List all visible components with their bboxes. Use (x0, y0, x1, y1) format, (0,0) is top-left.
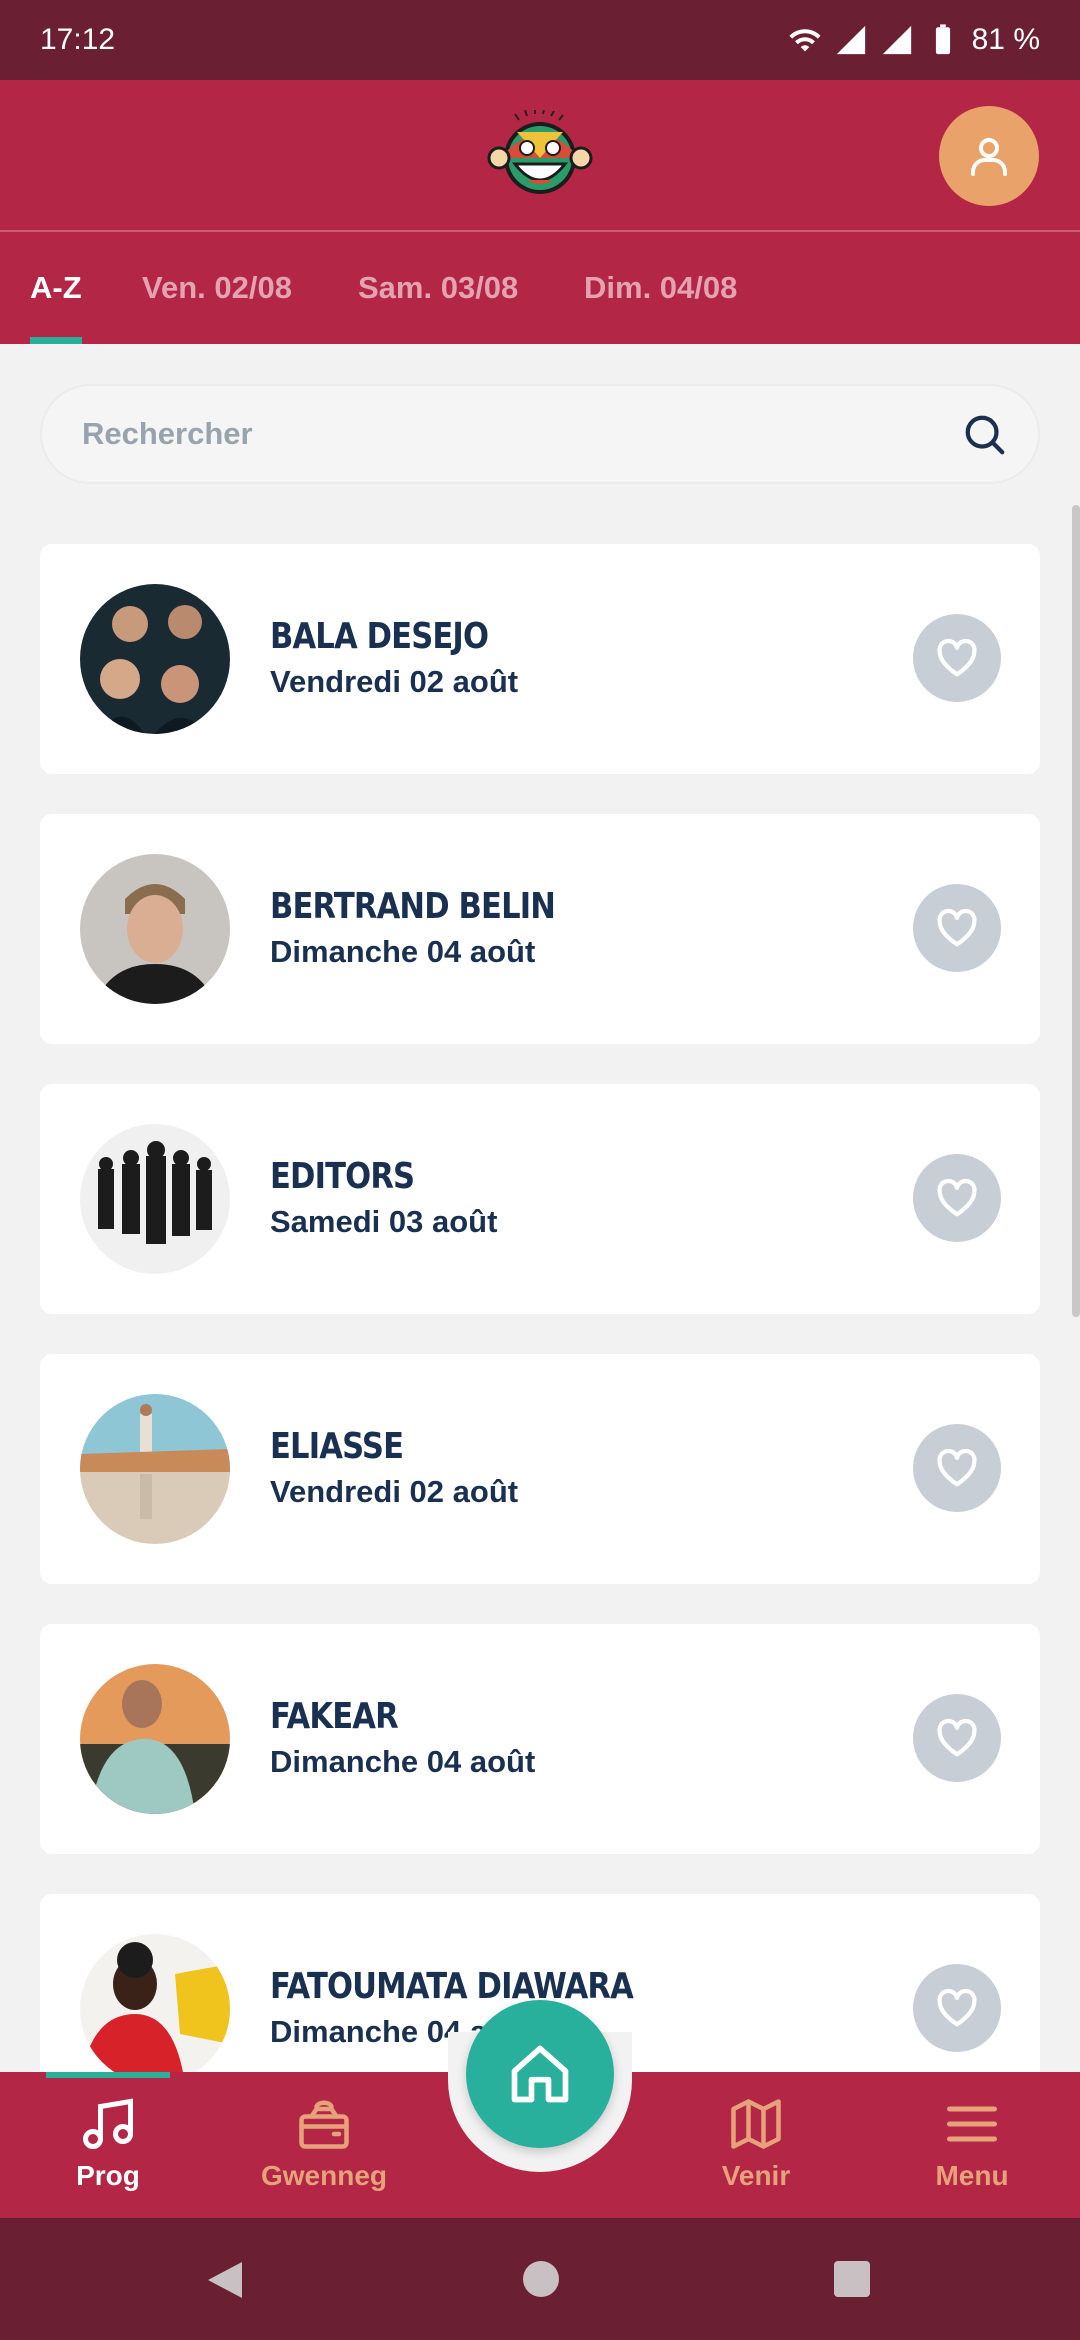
battery-level: 81 % (971, 23, 1040, 56)
artist-name: EDITORS (270, 1156, 415, 1197)
artist-name: FATOUMATA DIAWARA (270, 1966, 634, 2007)
search-placeholder: Rechercher (82, 416, 253, 451)
artist-date: Samedi 03 août (270, 1204, 498, 1239)
user-icon (971, 138, 1007, 176)
signal-icon (882, 25, 911, 55)
status-icons: 81 % (788, 23, 1040, 57)
battery-icon (935, 24, 950, 55)
status-time: 17:12 (40, 23, 116, 56)
search-input[interactable]: Rechercher (40, 384, 1040, 484)
tab-friday[interactable]: Ven. 02/08 (142, 232, 292, 344)
favorite-button[interactable] (913, 1154, 1001, 1242)
profile-button[interactable] (939, 106, 1039, 206)
heart-icon (937, 1988, 977, 2027)
artist-list: BALA DESEJO Vendredi 02 août BERTRAND BE… (40, 544, 1040, 2164)
recents-icon[interactable] (833, 2260, 871, 2298)
music-note-icon (83, 2098, 133, 2149)
artist-name: FAKEAR (270, 1696, 399, 1737)
nav-prog[interactable]: Prog (28, 2072, 188, 2218)
artist-photo (80, 584, 230, 734)
status-bar: 17:12 81 % (0, 0, 1080, 80)
wifi-icon (789, 29, 821, 52)
favorite-button[interactable] (913, 614, 1001, 702)
wallet-icon (299, 2100, 349, 2149)
list-item[interactable]: BERTRAND BELIN Dimanche 04 août (40, 814, 1040, 1044)
app-header (0, 80, 1080, 232)
search-icon[interactable] (962, 412, 1008, 458)
home-icon (511, 2045, 569, 2103)
nav-label: Gwenneg (260, 2160, 387, 2191)
heart-icon (937, 638, 977, 677)
artist-date: Vendredi 02 août (270, 1474, 519, 1509)
favorite-button[interactable] (913, 1424, 1001, 1512)
nav-label: Menu (935, 2160, 1009, 2191)
nav-label: Prog (76, 2160, 140, 2191)
home-nav-icon[interactable] (522, 2260, 560, 2298)
favorite-button[interactable] (913, 1964, 1001, 2052)
list-item[interactable]: FAKEAR Dimanche 04 août (40, 1624, 1040, 1854)
nav-label: Venir (721, 2160, 791, 2191)
favorite-button[interactable] (913, 884, 1001, 972)
artist-photo (80, 1934, 230, 2084)
tab-a-z[interactable]: A-Z (30, 232, 82, 344)
day-tabs: A-Z Ven. 02/08 Sam. 03/08 Dim. 04/08 (0, 232, 1080, 344)
menu-icon (947, 2106, 997, 2142)
system-navigation (0, 2218, 1080, 2340)
map-icon (731, 2099, 781, 2149)
festival-logo[interactable] (487, 110, 593, 202)
back-icon[interactable] (206, 2260, 244, 2300)
artist-name: BALA DESEJO (270, 616, 489, 657)
artist-date: Dimanche 04 août (270, 934, 536, 969)
artist-name: ELIASSE (270, 1426, 404, 1467)
nav-venir[interactable]: Venir (676, 2072, 836, 2218)
artist-photo (80, 1124, 230, 1274)
artist-photo (80, 1664, 230, 1814)
artist-date: Vendredi 02 août (270, 664, 519, 699)
list-item[interactable]: BALA DESEJO Vendredi 02 août (40, 544, 1040, 774)
scrollbar[interactable] (1072, 505, 1080, 1317)
artist-date: Dimanche 04 août (270, 1744, 536, 1779)
tab-saturday[interactable]: Sam. 03/08 (358, 232, 518, 344)
heart-icon (937, 1448, 977, 1487)
artist-photo (80, 854, 230, 1004)
list-item[interactable]: ELIASSE Vendredi 02 août (40, 1354, 1040, 1584)
list-item[interactable]: EDITORS Samedi 03 août (40, 1084, 1040, 1314)
nav-menu[interactable]: Menu (892, 2072, 1052, 2218)
favorite-button[interactable] (913, 1694, 1001, 1782)
tab-sunday[interactable]: Dim. 04/08 (584, 232, 737, 344)
signal-icon (836, 25, 865, 55)
heart-icon (937, 908, 977, 947)
artist-photo (80, 1394, 230, 1544)
home-button[interactable] (466, 2000, 614, 2148)
nav-gwenneg[interactable]: Gwenneg (244, 2072, 404, 2218)
heart-icon (937, 1178, 977, 1217)
artist-name: BERTRAND BELIN (270, 886, 556, 927)
heart-icon (937, 1718, 977, 1757)
